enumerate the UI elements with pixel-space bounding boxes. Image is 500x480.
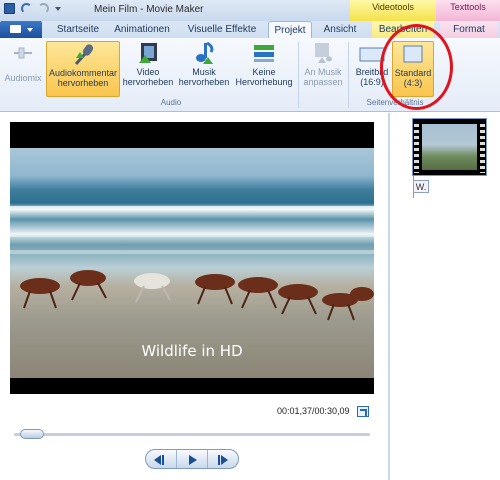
label-line1: Musik	[192, 67, 216, 77]
label-line2: anpassen	[303, 77, 343, 87]
caption-chip[interactable]: W.	[413, 180, 429, 193]
save-icon[interactable]	[4, 3, 15, 14]
tab-ansicht[interactable]: Ansicht	[320, 21, 360, 38]
highlight-circle-annotation	[380, 24, 453, 110]
tab-visuelle-effekte[interactable]: Visuelle Effekte	[183, 21, 261, 38]
playback-controls	[145, 449, 239, 469]
tab-startseite[interactable]: Startseite	[52, 21, 104, 38]
audiomix-label: Audiomix	[4, 73, 42, 83]
title-bar: Mein Film - Movie Maker Videotools Textt…	[0, 0, 500, 21]
undo-icon[interactable]	[21, 3, 32, 14]
audiokommentar-hervorheben-button[interactable]: Audiokommentar hervorheben	[46, 41, 120, 97]
clip-thumbnail	[422, 124, 477, 170]
next-frame-button[interactable]	[208, 450, 238, 468]
group-separator	[298, 42, 299, 108]
storyboard-clip[interactable]	[412, 118, 487, 176]
window-title: Mein Film - Movie Maker	[94, 4, 204, 15]
application-menu-button[interactable]	[0, 21, 42, 38]
playback-timecode: 00:01,37/00:30,09	[277, 406, 350, 416]
context-label-videotools: Videotools	[350, 0, 436, 21]
tab-projekt[interactable]: Projekt	[268, 21, 312, 38]
seek-thumb[interactable]	[20, 429, 44, 439]
label-line1: Keine	[252, 67, 276, 77]
microphone-icon	[70, 42, 96, 66]
label-line2: hervorheben	[122, 77, 174, 87]
play-button[interactable]	[177, 450, 208, 468]
label-line1: An Musik	[304, 67, 342, 77]
label-line1: Video	[136, 67, 160, 77]
fullscreen-icon[interactable]	[357, 406, 369, 417]
seek-bar[interactable]	[14, 433, 370, 436]
film-perforation	[414, 121, 419, 173]
label-line2: hervorheben	[178, 77, 230, 87]
video-preview[interactable]: Wildlife in HD	[10, 122, 374, 394]
previous-frame-button[interactable]	[146, 450, 177, 468]
an-musik-anpassen-button[interactable]: An Musik anpassen	[300, 41, 346, 97]
tab-animationen[interactable]: Animationen	[112, 21, 172, 38]
label-line2: Hervorhebung	[235, 77, 293, 87]
context-label-texttools: Texttools	[436, 0, 500, 21]
quick-access-toolbar	[4, 3, 61, 14]
play-icon	[189, 455, 197, 465]
video-caption-text: Wildlife in HD	[141, 342, 243, 360]
audio-group-label: Audio	[160, 98, 182, 107]
music-note-icon	[191, 41, 217, 65]
equal-levels-icon	[251, 41, 277, 65]
fit-to-music-icon	[310, 41, 336, 65]
redo-icon[interactable]	[38, 3, 49, 14]
video-hervorheben-button[interactable]: Video hervorheben	[120, 41, 176, 97]
customize-toolbar-icon[interactable]	[55, 6, 61, 11]
group-separator	[348, 42, 349, 108]
keine-hervorhebung-button[interactable]: Keine Hervorhebung	[232, 41, 296, 97]
musik-hervorheben-button[interactable]: Musik hervorheben	[176, 41, 232, 97]
film-perforation	[480, 121, 485, 173]
label-line1: Audiokommentar	[48, 68, 118, 78]
label-line2: hervorheben	[57, 78, 109, 88]
tab-format[interactable]: Format	[440, 21, 498, 38]
audiomix-slider-icon	[10, 41, 36, 65]
film-strip-icon	[135, 41, 161, 65]
audiomix-button[interactable]: Audiomix	[2, 41, 44, 97]
